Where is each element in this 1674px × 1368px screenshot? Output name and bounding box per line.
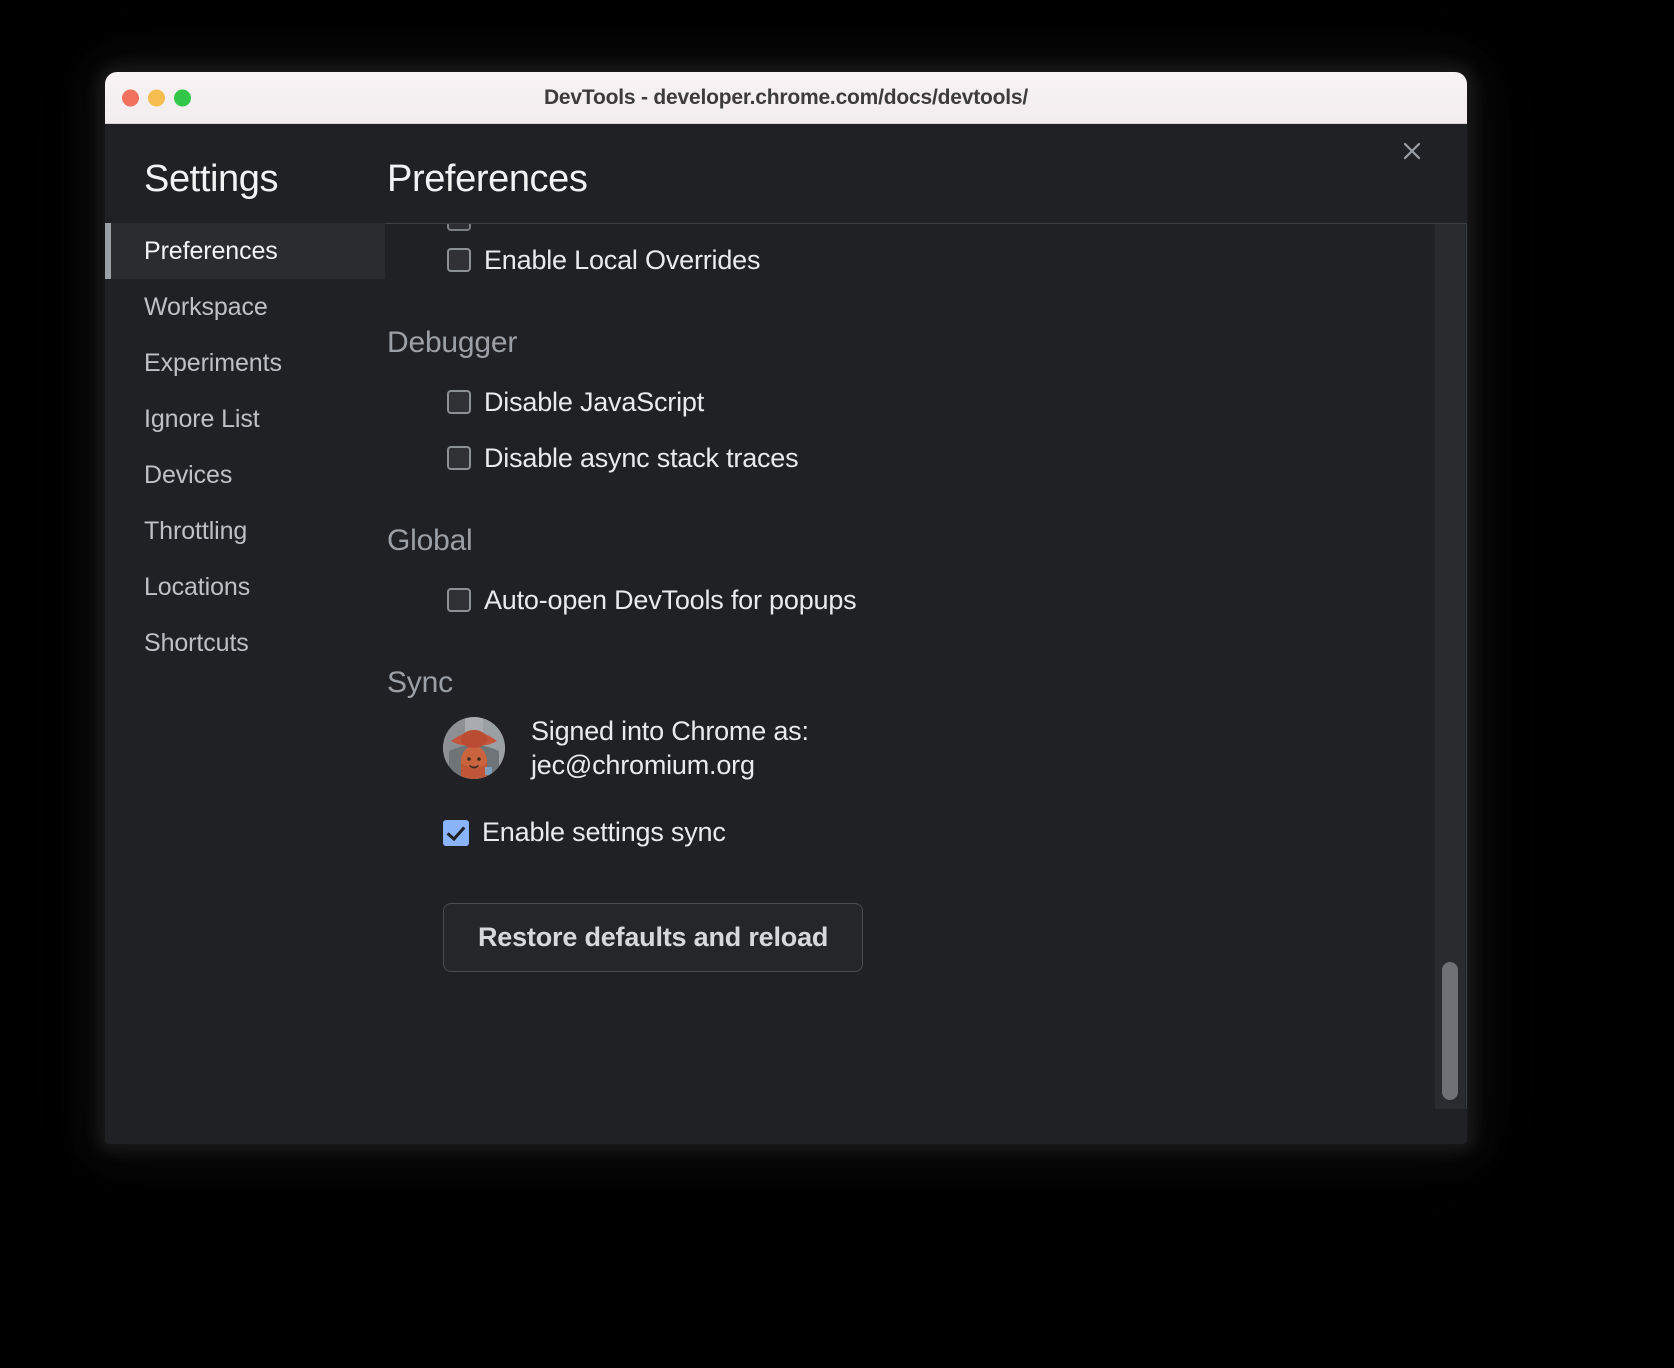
checkbox-row-disable-async-stack-traces[interactable]: Disable async stack traces	[385, 430, 1466, 486]
sidebar-item-experiments[interactable]: Experiments	[105, 335, 385, 391]
window-titlebar: DevTools - developer.chrome.com/docs/dev…	[105, 72, 1467, 124]
clipped-checkbox[interactable]	[447, 223, 471, 231]
disable-async-stack-traces-checkbox[interactable]	[447, 446, 471, 470]
sidebar-item-label: Ignore List	[144, 405, 260, 434]
settings-heading: Settings	[105, 158, 385, 201]
devtools-window: DevTools - developer.chrome.com/docs/dev…	[105, 72, 1467, 1144]
checkbox-label: Auto-open DevTools for popups	[484, 585, 856, 616]
sidebar-item-locations[interactable]: Locations	[105, 559, 385, 615]
sidebar-item-label: Experiments	[144, 349, 282, 378]
restore-defaults-row: Restore defaults and reload	[385, 903, 1466, 972]
checkbox-row-auto-open-devtools[interactable]: Auto-open DevTools for popups	[385, 572, 1466, 628]
scrollbar-track[interactable]	[1435, 224, 1465, 1109]
section-heading-global: Global	[385, 524, 1466, 558]
maximize-window-button[interactable]	[174, 89, 191, 106]
page-title-row: Preferences	[385, 158, 1467, 201]
checkbox-label: Enable settings sync	[482, 817, 726, 848]
sidebar-item-label: Workspace	[144, 293, 268, 322]
close-window-button[interactable]	[122, 89, 139, 106]
checkbox-label: Disable JavaScript	[484, 387, 704, 418]
checkbox-row-enable-settings-sync[interactable]: Enable settings sync	[385, 805, 1466, 861]
disable-javascript-checkbox[interactable]	[447, 390, 471, 414]
enable-local-overrides-checkbox[interactable]	[447, 248, 471, 272]
page-title: Preferences	[385, 158, 1467, 201]
preferences-content: Enable Local Overrides Debugger Disable …	[385, 223, 1466, 972]
section-heading-sync: Sync	[385, 666, 1466, 700]
screen: DevTools - developer.chrome.com/docs/dev…	[0, 0, 1674, 1368]
devtools-settings-dialog: Settings Preferences Workspace Experimen…	[105, 124, 1467, 1144]
restore-defaults-button[interactable]: Restore defaults and reload	[443, 903, 863, 972]
close-icon[interactable]	[1395, 134, 1429, 168]
sidebar-item-label: Throttling	[144, 517, 247, 546]
sidebar-item-shortcuts[interactable]: Shortcuts	[105, 615, 385, 671]
signed-in-label: Signed into Chrome as:	[531, 714, 809, 748]
window-title: DevTools - developer.chrome.com/docs/dev…	[105, 86, 1467, 110]
avatar	[443, 717, 505, 779]
minimize-window-button[interactable]	[148, 89, 165, 106]
account-email: jec@chromium.org	[531, 748, 809, 782]
sidebar-item-ignore-list[interactable]: Ignore List	[105, 391, 385, 447]
sidebar-item-devices[interactable]: Devices	[105, 447, 385, 503]
checkbox-label: Disable async stack traces	[484, 443, 798, 474]
sidebar-item-throttling[interactable]: Throttling	[105, 503, 385, 559]
auto-open-devtools-checkbox[interactable]	[447, 588, 471, 612]
sidebar-item-label: Locations	[144, 573, 250, 602]
enable-settings-sync-checkbox[interactable]	[443, 820, 469, 846]
clipped-scrolled-row	[385, 223, 1466, 232]
checkbox-row-disable-javascript[interactable]: Disable JavaScript	[385, 374, 1466, 430]
sidebar-item-label: Shortcuts	[144, 629, 249, 658]
sync-account-row: Signed into Chrome as: jec@chromium.org	[385, 714, 1466, 783]
sidebar-item-preferences[interactable]: Preferences	[105, 223, 385, 279]
checkbox-row-enable-local-overrides[interactable]: Enable Local Overrides	[385, 232, 1466, 288]
scrollbar-thumb[interactable]	[1442, 962, 1458, 1100]
checkbox-label: Enable Local Overrides	[484, 245, 760, 276]
preferences-scroll-area[interactable]: Enable Local Overrides Debugger Disable …	[385, 223, 1467, 1109]
section-heading-debugger: Debugger	[385, 326, 1466, 360]
settings-sidebar: Settings Preferences Workspace Experimen…	[105, 124, 385, 1144]
sidebar-item-label: Devices	[144, 461, 232, 490]
sidebar-item-workspace[interactable]: Workspace	[105, 279, 385, 335]
preferences-panel: Preferences	[385, 124, 1467, 1144]
sync-account-text: Signed into Chrome as: jec@chromium.org	[531, 714, 809, 783]
sidebar-item-label: Preferences	[144, 237, 278, 266]
traffic-lights	[122, 89, 191, 106]
